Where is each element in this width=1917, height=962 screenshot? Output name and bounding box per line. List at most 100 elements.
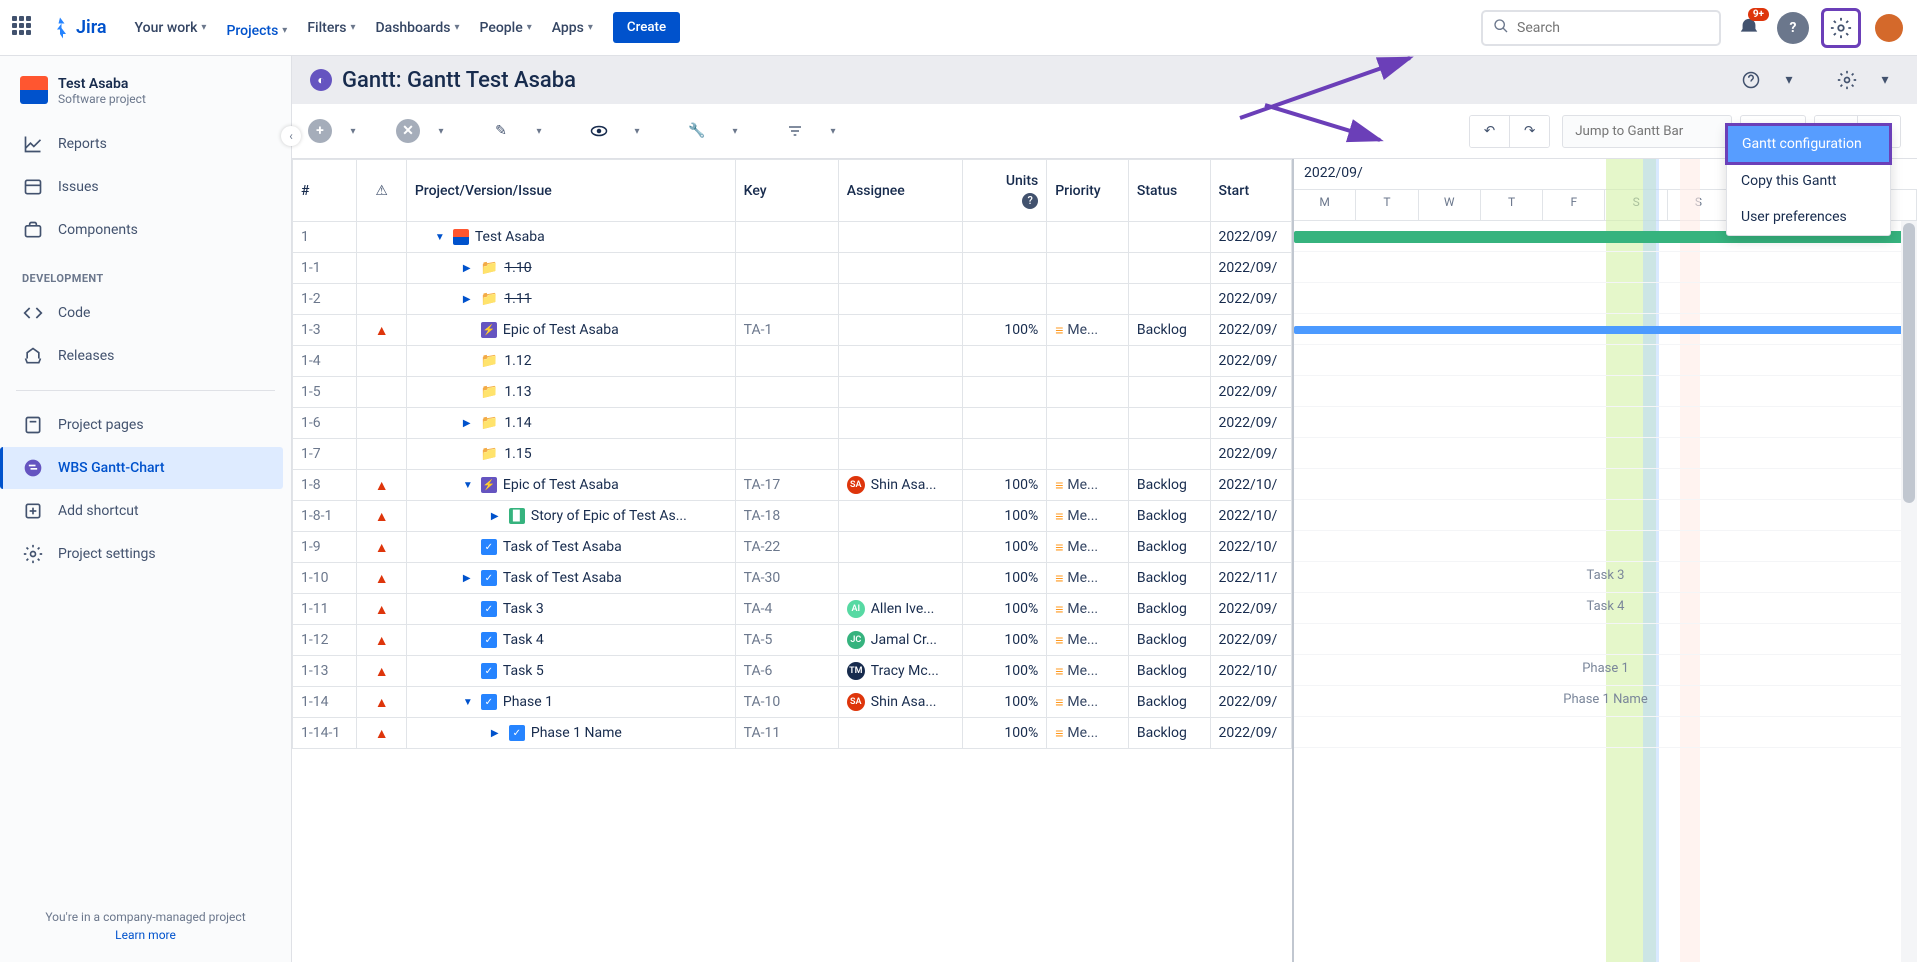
table-row[interactable]: 1-9 ▲ ✓Task of Test Asaba TA-22 100% ≡Me…	[293, 532, 1292, 563]
user-avatar[interactable]	[1873, 12, 1905, 44]
undo-button[interactable]: ↶	[1470, 116, 1510, 147]
filter-dropdown[interactable]: ▾	[816, 114, 850, 148]
edit-icon[interactable]: ✎	[484, 114, 518, 148]
table-row[interactable]: 1-5 📁1.13 2022/09/	[293, 377, 1292, 408]
table-row[interactable]: 1-10 ▲ ▶✓Task of Test Asaba TA-30 100% ≡…	[293, 563, 1292, 594]
nav-item-people[interactable]: People▾	[472, 14, 540, 42]
row-label[interactable]: 1.11	[504, 291, 531, 307]
gantt-table[interactable]: # ⚠ Project/Version/Issue Key Assignee U…	[292, 159, 1292, 962]
expand-icon[interactable]: ▶	[491, 511, 503, 522]
search-input[interactable]	[1517, 20, 1709, 36]
timeline-row[interactable]: Task 3	[1294, 562, 1917, 593]
expand-icon[interactable]: ▼	[463, 480, 475, 491]
row-label[interactable]: 1.14	[504, 415, 531, 431]
nav-item-dashboards[interactable]: Dashboards▾	[368, 14, 468, 42]
sidebar-item-project-pages[interactable]: Project pages	[8, 404, 283, 446]
add-button[interactable]: +	[308, 119, 332, 143]
row-label[interactable]: Epic of Test Asaba	[503, 322, 619, 338]
table-row[interactable]: 1-11 ▲ ✓Task 3 TA-4 AIAllen Ive... 100% …	[293, 594, 1292, 625]
timeline-row[interactable]	[1294, 345, 1917, 376]
row-label[interactable]: Epic of Test Asaba	[503, 477, 619, 493]
table-row[interactable]: 1-2 ▶📁1.11 2022/09/	[293, 284, 1292, 315]
nav-item-apps[interactable]: Apps▾	[544, 14, 601, 42]
sidebar-item-components[interactable]: Components	[8, 209, 283, 251]
col-number[interactable]: #	[293, 160, 357, 222]
timeline-scrollbar[interactable]	[1901, 221, 1917, 962]
nav-item-your-work[interactable]: Your work▾	[127, 14, 215, 42]
add-dropdown[interactable]: ▾	[336, 114, 370, 148]
sidebar-collapse-icon[interactable]: ‹	[281, 126, 301, 146]
timeline-row[interactable]: Phase 1	[1294, 655, 1917, 686]
view-icon[interactable]	[582, 114, 616, 148]
expand-icon[interactable]: ▶	[491, 728, 503, 739]
row-label[interactable]: Story of Epic of Test As...	[531, 508, 687, 524]
header-help-icon[interactable]	[1737, 66, 1765, 94]
col-priority[interactable]: Priority	[1047, 160, 1129, 222]
col-project[interactable]: Project/Version/Issue	[406, 160, 735, 222]
wrench-dropdown[interactable]: ▾	[718, 114, 752, 148]
header-help-chevron[interactable]: ▾	[1775, 66, 1803, 94]
sidebar-item-project-settings[interactable]: Project settings	[8, 533, 283, 575]
sidebar-item-reports[interactable]: Reports	[8, 123, 283, 165]
col-status[interactable]: Status	[1128, 160, 1210, 222]
expand-icon[interactable]: ▶	[463, 418, 475, 429]
timeline-row[interactable]	[1294, 624, 1917, 655]
timeline-row[interactable]	[1294, 376, 1917, 407]
sidebar-item-releases[interactable]: Releases	[8, 335, 283, 377]
table-row[interactable]: 1-6 ▶📁1.14 2022/09/	[293, 408, 1292, 439]
col-units[interactable]: Units?	[963, 160, 1047, 222]
header-settings-icon[interactable]	[1833, 66, 1861, 94]
timeline-row[interactable]	[1294, 717, 1917, 748]
timeline-row[interactable]	[1294, 531, 1917, 562]
table-row[interactable]: 1-14 ▲ ▼✓Phase 1 TA-10 SAShin Asa... 100…	[293, 687, 1292, 718]
project-header[interactable]: Test Asaba Software project	[8, 76, 283, 122]
expand-icon[interactable]: ▼	[463, 697, 475, 708]
expand-icon[interactable]: ▶	[463, 263, 475, 274]
row-label[interactable]: 1.13	[504, 384, 531, 400]
table-row[interactable]: 1-8-1 ▲ ▶▉Story of Epic of Test As... TA…	[293, 501, 1292, 532]
gantt-timeline[interactable]: 2022/09/ MTWTFSSMTW Task 3Task 4Phase 1P…	[1292, 159, 1917, 962]
jira-logo[interactable]: Jira	[48, 16, 107, 40]
row-label[interactable]: Task 4	[503, 632, 544, 648]
col-warning[interactable]: ⚠	[357, 160, 406, 222]
timeline-row[interactable]	[1294, 283, 1917, 314]
search-box[interactable]	[1481, 10, 1721, 46]
row-label[interactable]: 1.12	[504, 353, 531, 369]
timeline-row[interactable]	[1294, 407, 1917, 438]
table-row[interactable]: 1-7 📁1.15 2022/09/	[293, 439, 1292, 470]
row-label[interactable]: Task 5	[503, 663, 544, 679]
app-switcher-icon[interactable]	[12, 16, 36, 40]
expand-icon[interactable]: ▼	[435, 232, 447, 243]
table-row[interactable]: 1-1 ▶📁1.10 2022/09/	[293, 253, 1292, 284]
remove-dropdown[interactable]: ▾	[424, 114, 458, 148]
learn-more-link[interactable]: Learn more	[20, 928, 271, 942]
table-row[interactable]: 1-14-1 ▲ ▶✓Phase 1 Name TA-11 100% ≡Me..…	[293, 718, 1292, 749]
remove-button[interactable]: ✕	[396, 119, 420, 143]
table-row[interactable]: 1-8 ▲ ▼⚡Epic of Test Asaba TA-17 SAShin …	[293, 470, 1292, 501]
timeline-row[interactable]	[1294, 314, 1917, 345]
row-label[interactable]: Task 3	[503, 601, 544, 617]
menu-gantt-configuration[interactable]: Gantt configuration	[1725, 123, 1892, 165]
expand-icon[interactable]: ▶	[463, 294, 475, 305]
sidebar-item-wbs-gantt-chart[interactable]: WBS Gantt-Chart	[0, 447, 283, 489]
timeline-row[interactable]: Task 4	[1294, 593, 1917, 624]
table-row[interactable]: 1-4 📁1.12 2022/09/	[293, 346, 1292, 377]
col-start[interactable]: Start	[1210, 160, 1291, 222]
filter-icon[interactable]	[778, 114, 812, 148]
sidebar-item-issues[interactable]: Issues	[8, 166, 283, 208]
sidebar-item-code[interactable]: Code	[8, 292, 283, 334]
global-settings-icon[interactable]	[1821, 8, 1861, 48]
row-label[interactable]: 1.10	[504, 260, 531, 276]
edit-dropdown[interactable]: ▾	[522, 114, 556, 148]
table-row[interactable]: 1 ▼Test Asaba 2022/09/	[293, 222, 1292, 253]
timeline-row[interactable]	[1294, 252, 1917, 283]
nav-item-projects[interactable]: Projects▾	[218, 14, 295, 60]
row-label[interactable]: 1.15	[504, 446, 531, 462]
table-row[interactable]: 1-12 ▲ ✓Task 4 TA-5 JCJamal Cr... 100% ≡…	[293, 625, 1292, 656]
header-settings-chevron[interactable]: ▾	[1871, 66, 1899, 94]
row-label[interactable]: Task of Test Asaba	[503, 570, 622, 586]
redo-button[interactable]: ↷	[1510, 116, 1549, 147]
create-button[interactable]: Create	[613, 12, 680, 43]
jump-to-bar-input[interactable]	[1562, 115, 1732, 148]
row-label[interactable]: Phase 1 Name	[531, 725, 622, 741]
